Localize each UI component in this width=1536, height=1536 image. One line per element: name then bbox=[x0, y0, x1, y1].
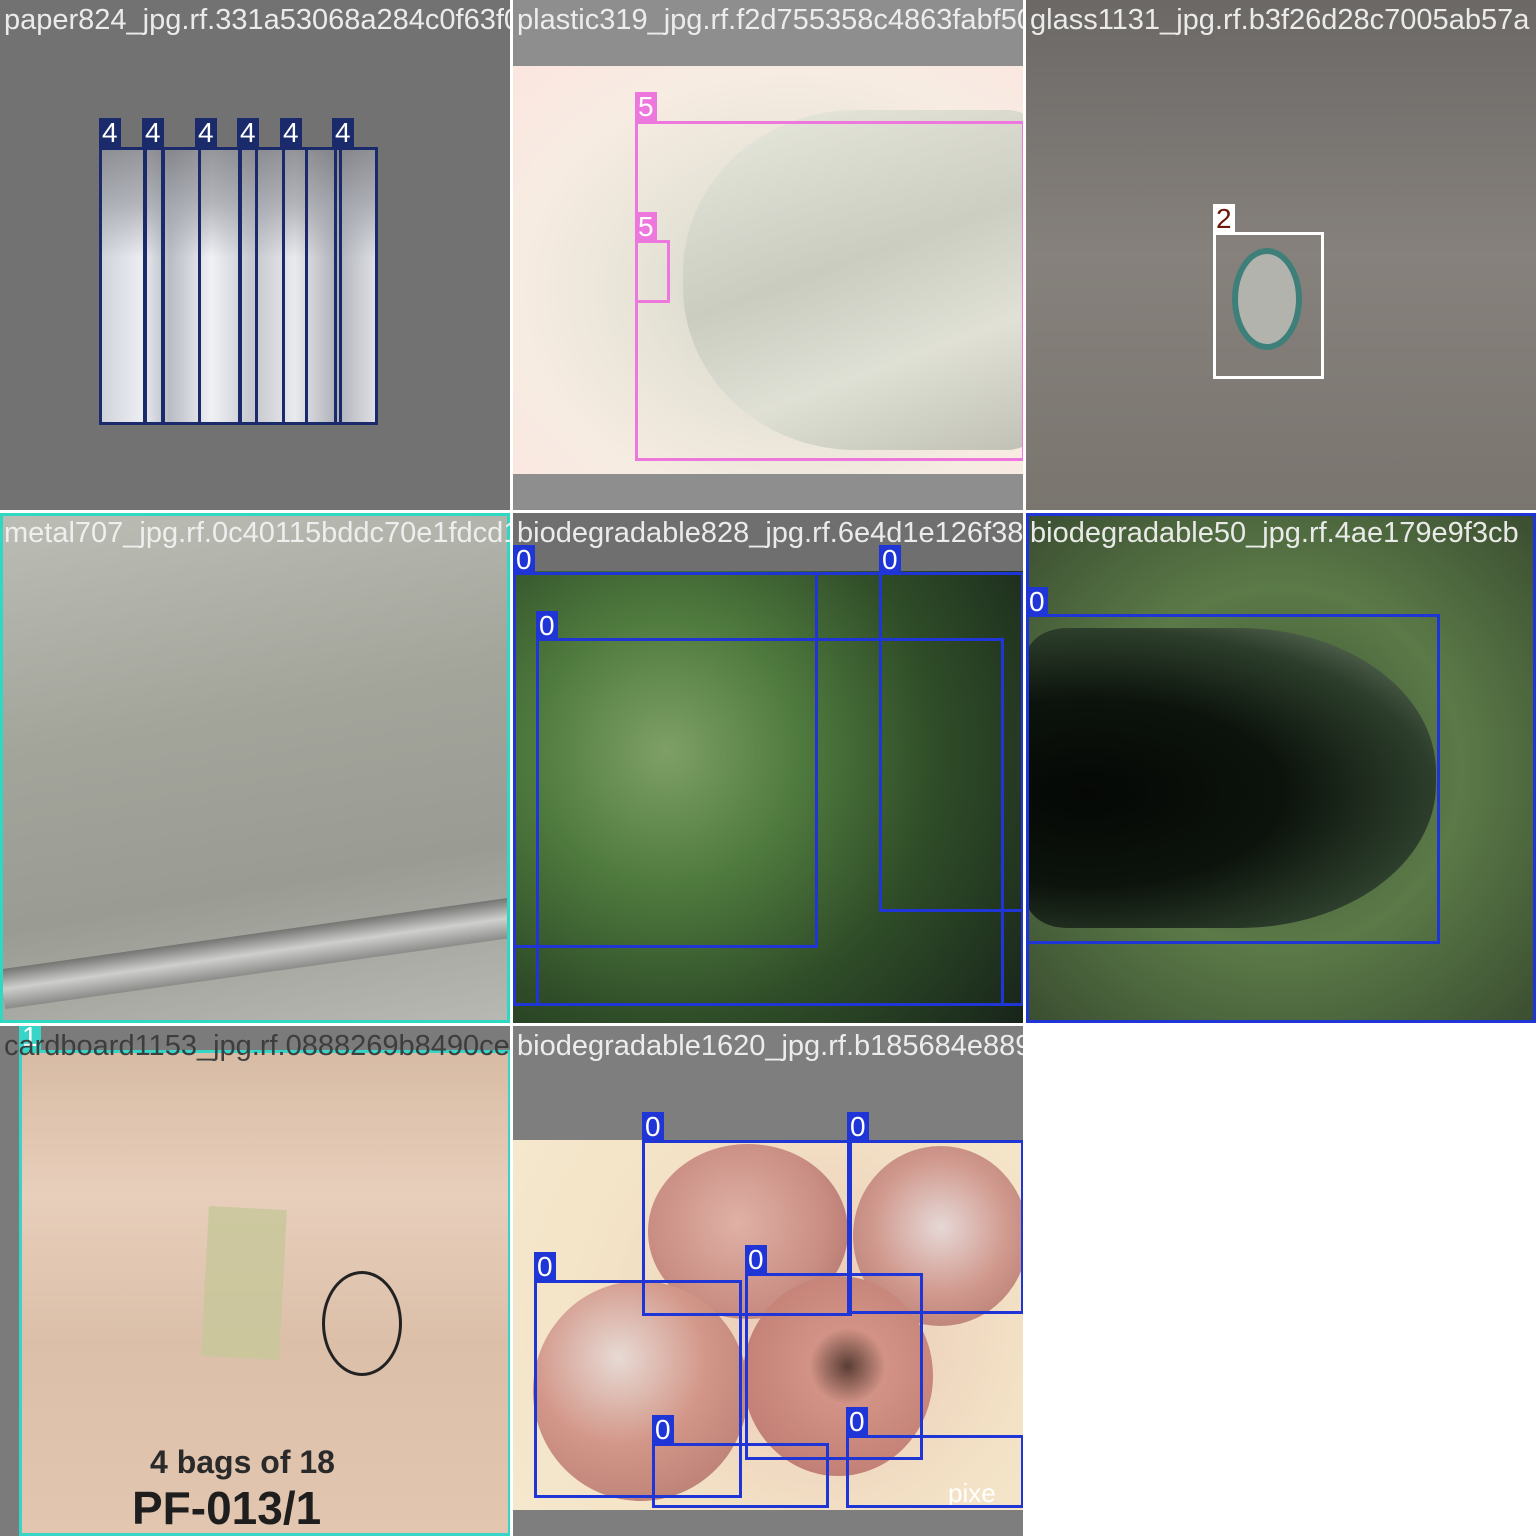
tile-plastic: plastic319_jpg.rf.f2d755358c4863fabf50c0… bbox=[513, 0, 1023, 510]
bbox-class-1 bbox=[19, 1050, 510, 1536]
bbox-label: 4 bbox=[142, 118, 164, 148]
tile-title: cardboard1153_jpg.rf.0888269b8490ce1dd34 bbox=[4, 1030, 510, 1062]
tile-title: glass1131_jpg.rf.b3f26d28c7005ab57a bbox=[1030, 4, 1530, 36]
bbox-class-4 bbox=[334, 147, 378, 425]
tile-metal: metal707_jpg.rf.0c40115bddc70e1fdcd1a7b9… bbox=[0, 513, 510, 1023]
bbox-label: 0 bbox=[642, 1112, 664, 1142]
tile-title: plastic319_jpg.rf.f2d755358c4863fabf50c0 bbox=[517, 4, 1023, 36]
tile-cardboard: 4 bags of 18 PF-013/1 cardboard1153_jpg.… bbox=[0, 1026, 510, 1536]
bbox-label: 0 bbox=[534, 1252, 556, 1282]
tile-biodegradable-fruit: pixe biodegradable1620_jpg.rf.b185684e88… bbox=[513, 1026, 1023, 1536]
bbox-label: 4 bbox=[195, 118, 217, 148]
bbox-label: 4 bbox=[280, 118, 302, 148]
tile-title: biodegradable50_jpg.rf.4ae179e9f3cb bbox=[1030, 517, 1519, 549]
bbox-label: 0 bbox=[745, 1245, 767, 1275]
bbox-class-0 bbox=[846, 1435, 1023, 1508]
bbox-class-0 bbox=[652, 1443, 829, 1508]
bbox-label: 0 bbox=[652, 1415, 674, 1445]
tile-title: biodegradable828_jpg.rf.6e4d1e126f383cae bbox=[517, 517, 1023, 549]
bbox-class-5 bbox=[635, 121, 1023, 461]
tile-glass: glass1131_jpg.rf.b3f26d28c7005ab57a 2 bbox=[1026, 0, 1536, 510]
bbox-label: 4 bbox=[237, 118, 259, 148]
bbox-class-0 bbox=[513, 572, 1023, 1006]
bbox-class-5 bbox=[635, 240, 670, 303]
tile-title: metal707_jpg.rf.0c40115bddc70e1fdcd1a7b9… bbox=[4, 517, 510, 549]
bbox-label: 4 bbox=[99, 118, 121, 148]
bbox-class-2 bbox=[1213, 232, 1324, 379]
bbox-class-0 bbox=[1026, 614, 1440, 944]
bbox-label: 0 bbox=[846, 1407, 868, 1437]
bbox-label: 5 bbox=[635, 212, 657, 242]
bbox-label: 2 bbox=[1213, 204, 1235, 234]
bbox-class-3 bbox=[0, 513, 510, 1023]
bbox-class-0 bbox=[745, 1273, 923, 1460]
bbox-label: 0 bbox=[1026, 513, 1048, 516]
tile-biodegradable-watermelon: biodegradable50_jpg.rf.4ae179e9f3cb 0 0 bbox=[1026, 513, 1536, 1023]
tile-paper: paper824_jpg.rf.331a53068a284c0f63f04afc… bbox=[0, 0, 510, 510]
bbox-label: 0 bbox=[847, 1112, 869, 1142]
bbox-label: 3 bbox=[0, 513, 22, 516]
bbox-class-4 bbox=[144, 147, 164, 425]
bbox-class-4 bbox=[282, 147, 342, 425]
tile-title: paper824_jpg.rf.331a53068a284c0f63f04afc bbox=[4, 4, 510, 36]
tile-biodegradable-kale: biodegradable828_jpg.rf.6e4d1e126f383cae… bbox=[513, 513, 1023, 1023]
mosaic-grid: paper824_jpg.rf.331a53068a284c0f63f04afc… bbox=[0, 0, 1536, 1536]
bbox-label: 4 bbox=[332, 118, 354, 148]
bbox-label: 0 bbox=[1026, 587, 1048, 617]
bbox-label: 0 bbox=[536, 611, 558, 641]
bbox-label: 5 bbox=[635, 92, 657, 122]
tile-title: biodegradable1620_jpg.rf.b185684e8899600 bbox=[517, 1030, 1023, 1062]
bbox-class-4 bbox=[99, 147, 146, 425]
